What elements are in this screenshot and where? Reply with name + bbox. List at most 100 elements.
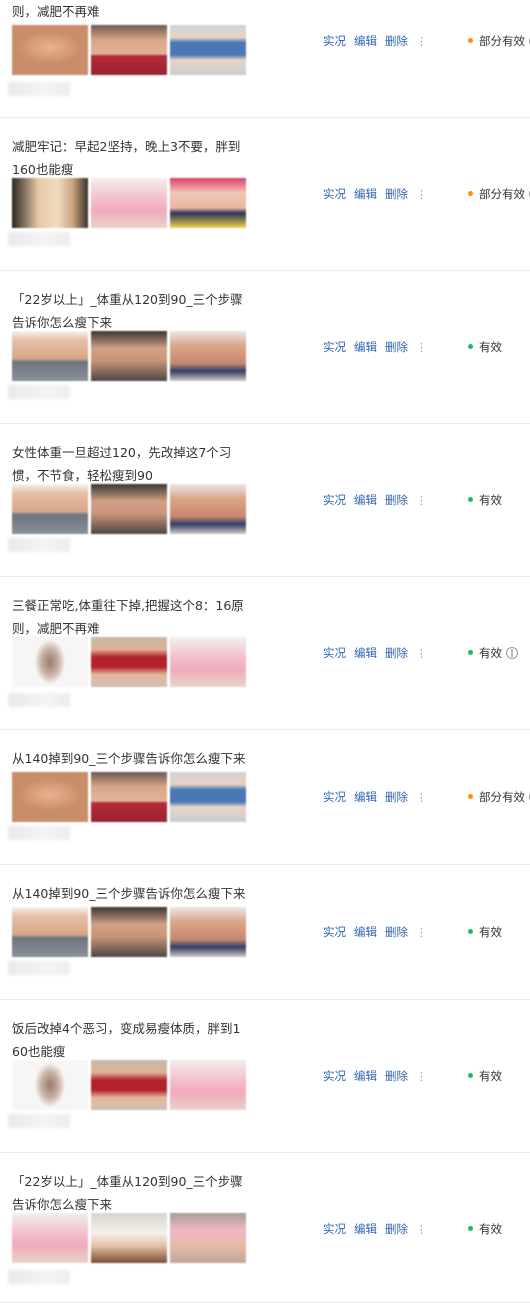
more-menu-icon[interactable]: ⋮ bbox=[416, 791, 427, 804]
live-button[interactable]: 实况 bbox=[323, 790, 346, 804]
thumbnail-image[interactable] bbox=[12, 1060, 88, 1110]
item-title: 三餐正常吃,体重往下掉,把握这个8：16原则，减肥不再难 bbox=[12, 598, 244, 636]
live-button[interactable]: 实况 bbox=[323, 925, 346, 939]
thumbnail-image[interactable] bbox=[91, 907, 167, 957]
thumbnail-image[interactable] bbox=[170, 637, 246, 687]
status-badge: 部分有效i bbox=[468, 789, 530, 805]
status-text: 有效 bbox=[479, 925, 502, 939]
edit-button[interactable]: 编辑 bbox=[354, 1222, 377, 1236]
status-dot-icon bbox=[468, 497, 473, 502]
status-badge: 有效 bbox=[468, 1068, 502, 1084]
thumbnail-image[interactable] bbox=[91, 25, 167, 75]
blurred-meta-text bbox=[8, 826, 70, 840]
delete-button[interactable]: 删除 bbox=[385, 340, 408, 354]
list-item: 「22岁以上」_体重从120到90_三个步骤告诉你怎么瘦下来实况 编辑 删除 ⋮ 有效 bbox=[0, 1153, 530, 1303]
row-actions: 实况 编辑 删除 ⋮ bbox=[323, 789, 427, 805]
edit-button[interactable]: 编辑 bbox=[354, 34, 377, 48]
thumbnail-image[interactable] bbox=[91, 772, 167, 822]
status-badge: 有效 bbox=[468, 924, 502, 940]
live-button[interactable]: 实况 bbox=[323, 493, 346, 507]
ad-list: 则，减肥不再难实况编辑删除⋮部分有效i减肥牢记：早起2坚持，晚上3不要，胖到16… bbox=[0, 0, 530, 1303]
row-actions: 实况 编辑 删除 ⋮ bbox=[323, 186, 427, 202]
status-badge: 部分有效i bbox=[468, 33, 530, 49]
item-title: 从140掉到90_三个步骤告诉你怎么瘦下来 bbox=[12, 751, 246, 766]
thumbnail-image[interactable] bbox=[170, 484, 246, 534]
list-item: 减肥牢记：早起2坚持，晚上3不要，胖到160也能瘦实况编辑删除 ⋮ 部分有效i bbox=[0, 118, 530, 271]
delete-button[interactable]: 删除 bbox=[385, 493, 408, 507]
thumbnail-image[interactable] bbox=[91, 1060, 167, 1110]
row-actions: 实况 编辑 删除 ⋮ bbox=[323, 1221, 427, 1237]
delete-button[interactable]: 删除 bbox=[385, 1222, 408, 1236]
more-menu-icon[interactable]: ⋮ bbox=[416, 926, 427, 939]
thumbnail-image[interactable] bbox=[12, 178, 88, 228]
more-menu-icon[interactable]: ⋮ bbox=[416, 341, 427, 354]
list-item: 从140掉到90_三个步骤告诉你怎么瘦下来 实况 编辑 删除 ⋮ 有效 bbox=[0, 865, 530, 1000]
list-item: 从140掉到90_三个步骤告诉你怎么瘦下来实况编辑删除 ⋮ 部分有效i bbox=[0, 730, 530, 865]
more-menu-icon[interactable]: ⋮ bbox=[416, 494, 427, 507]
live-button[interactable]: 实况 bbox=[323, 1222, 346, 1236]
delete-button[interactable]: 删除 bbox=[385, 187, 408, 201]
edit-button[interactable]: 编辑 bbox=[354, 790, 377, 804]
edit-button[interactable]: 编辑 bbox=[354, 1069, 377, 1083]
status-text: 部分有效 bbox=[479, 34, 525, 48]
item-title: 减肥牢记：早起2坚持，晚上3不要，胖到160也能瘦 bbox=[12, 139, 241, 177]
edit-button[interactable]: 编辑 bbox=[354, 925, 377, 939]
edit-button[interactable]: 编辑 bbox=[354, 493, 377, 507]
thumbnail-image[interactable] bbox=[12, 1213, 88, 1263]
more-menu-icon[interactable]: ⋮ bbox=[416, 647, 427, 660]
live-button[interactable]: 实况 bbox=[323, 646, 346, 660]
status-dot-icon bbox=[468, 1226, 473, 1231]
thumbnail-image[interactable] bbox=[12, 637, 88, 687]
item-title: 则，减肥不再难 bbox=[12, 4, 100, 19]
thumbnail-image[interactable] bbox=[170, 1213, 246, 1263]
status-text: 有效 bbox=[479, 1069, 502, 1083]
thumbnail-image[interactable] bbox=[170, 907, 246, 957]
edit-button[interactable]: 编辑 bbox=[354, 646, 377, 660]
thumbnail-image[interactable] bbox=[12, 772, 88, 822]
status-dot-icon bbox=[468, 1073, 473, 1078]
thumbnail-image[interactable] bbox=[12, 25, 88, 75]
status-text: 部分有效 bbox=[479, 187, 525, 201]
live-button[interactable]: 实况 bbox=[323, 340, 346, 354]
thumbnail-image[interactable] bbox=[170, 178, 246, 228]
live-button[interactable]: 实况 bbox=[323, 34, 346, 48]
thumbnail-image[interactable] bbox=[91, 331, 167, 381]
delete-button[interactable]: 删除 bbox=[385, 1069, 408, 1083]
blurred-meta-text bbox=[8, 961, 70, 975]
status-dot-icon bbox=[468, 794, 473, 799]
thumbnail-image[interactable] bbox=[91, 637, 167, 687]
delete-button[interactable]: 删除 bbox=[385, 646, 408, 660]
more-menu-icon[interactable]: ⋮ bbox=[416, 188, 427, 201]
status-dot-icon bbox=[468, 344, 473, 349]
thumbnail-image[interactable] bbox=[170, 331, 246, 381]
thumbnail-image[interactable] bbox=[12, 331, 88, 381]
thumbnail-image[interactable] bbox=[170, 1060, 246, 1110]
delete-button[interactable]: 删除 bbox=[385, 925, 408, 939]
thumbnail-image[interactable] bbox=[170, 25, 246, 75]
more-menu-icon[interactable]: ⋮ bbox=[416, 35, 427, 48]
more-menu-icon[interactable]: ⋮ bbox=[416, 1223, 427, 1236]
thumbnail-image[interactable] bbox=[91, 1213, 167, 1263]
status-badge: 有效 ‖ bbox=[468, 645, 518, 661]
list-item: 女性体重一旦超过120，先改掉这7个习惯，不节食，轻松瘦到90 实况 编辑 删除 ⋮ 有效 bbox=[0, 424, 530, 577]
blurred-meta-text bbox=[8, 385, 70, 399]
status-badge: 有效 bbox=[468, 1221, 502, 1237]
item-title: 「22岁以上」_体重从120到90_三个步骤告诉你怎么瘦下来 bbox=[12, 1174, 243, 1212]
edit-button[interactable]: 编辑 bbox=[354, 187, 377, 201]
edit-button[interactable]: 编辑 bbox=[354, 340, 377, 354]
thumbnail-image[interactable] bbox=[91, 178, 167, 228]
more-menu-icon[interactable]: ⋮ bbox=[416, 1070, 427, 1083]
thumbnail-image[interactable] bbox=[170, 772, 246, 822]
pause-icon[interactable]: ‖ bbox=[506, 646, 518, 659]
thumbnail-image[interactable] bbox=[12, 484, 88, 534]
delete-button[interactable]: 删除 bbox=[385, 34, 408, 48]
thumbnail-image[interactable] bbox=[91, 484, 167, 534]
list-item: 三餐正常吃,体重往下掉,把握这个8：16原则，减肥不再难实况 编辑 删除 ⋮ 有效 ‖ bbox=[0, 577, 530, 730]
live-button[interactable]: 实况 bbox=[323, 187, 346, 201]
row-actions: 实况 编辑 删除 ⋮ bbox=[323, 924, 427, 940]
thumbnail-image[interactable] bbox=[12, 907, 88, 957]
delete-button[interactable]: 删除 bbox=[385, 790, 408, 804]
live-button[interactable]: 实况 bbox=[323, 1069, 346, 1083]
status-dot-icon bbox=[468, 38, 473, 43]
status-dot-icon bbox=[468, 191, 473, 196]
